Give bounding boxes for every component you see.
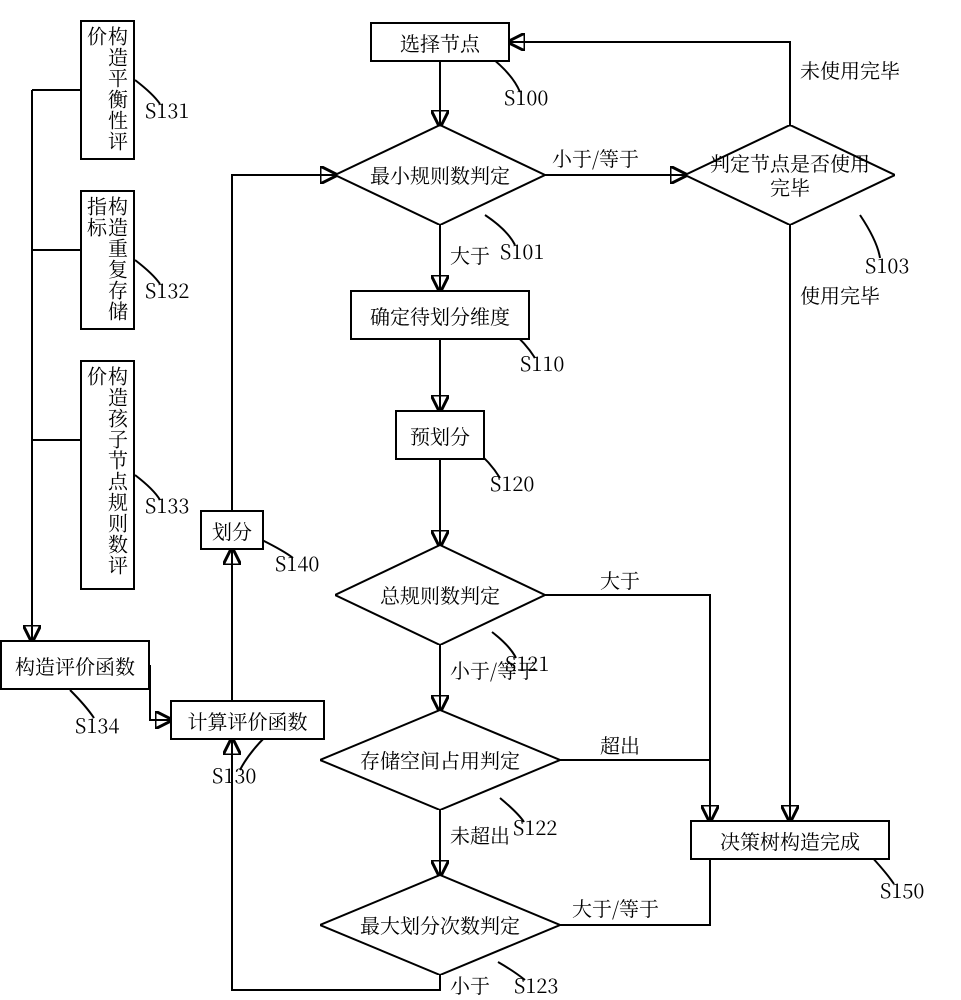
diamond-s103: 判定节点是否使用完毕: [685, 125, 895, 225]
tag-s133: S133: [145, 490, 189, 519]
edge-s101-right: 小于/等于: [552, 143, 639, 172]
tag-s130: S130: [212, 760, 256, 789]
box-s140: 划分: [200, 510, 264, 550]
diamond-s101: 最小规则数判定: [335, 125, 545, 225]
tag-s122: S122: [513, 812, 557, 841]
s110-text: 确定待划分维度: [370, 303, 510, 328]
edge-s101-down: 大于: [450, 240, 490, 269]
edge-s121-down: 小于/等于: [450, 655, 537, 684]
tag-s131: S131: [145, 95, 189, 124]
s133-text: 构造孩子节点规则数评价: [87, 366, 129, 584]
edge-s121-right: 大于: [600, 565, 640, 594]
box-s131: 构造平衡性评价: [80, 20, 135, 160]
box-s110: 确定待划分维度: [350, 290, 530, 340]
edge-s123-right: 大于/等于: [572, 893, 659, 922]
diamond-s123: 最大划分次数判定: [320, 875, 560, 975]
tag-s140: S140: [275, 548, 319, 577]
edge-s103-up: 未使用完毕: [800, 55, 890, 84]
edge-s122-right: 超出: [600, 730, 640, 759]
tag-s101: S101: [500, 236, 544, 265]
s140-text: 划分: [212, 518, 252, 543]
s100-text: 选择节点: [400, 30, 480, 55]
tag-s132: S132: [145, 275, 189, 304]
s132-text: 构造重复存储指标: [87, 196, 129, 324]
tag-s110: S110: [520, 348, 564, 377]
tag-s134: S134: [75, 710, 119, 739]
tag-s120: S120: [490, 468, 534, 497]
edge-s103-up-text: 未使用完毕: [800, 55, 860, 84]
s150-text: 决策树构造完成: [720, 828, 860, 853]
edge-s123-down: 小于: [450, 970, 490, 999]
edge-s103-down: 使用完毕: [800, 280, 860, 309]
box-s133: 构造孩子节点规则数评价: [80, 360, 135, 590]
diamond-s121: 总规则数判定: [335, 545, 545, 645]
tag-s150: S150: [880, 875, 924, 904]
box-s150: 决策树构造完成: [690, 820, 890, 860]
tag-s103: S103: [865, 250, 909, 279]
tag-s100: S100: [504, 82, 548, 111]
box-s132: 构造重复存储指标: [80, 190, 135, 330]
s134-text: 构造评价函数: [15, 653, 135, 678]
box-s100: 选择节点: [370, 22, 510, 62]
tag-s123: S123: [514, 970, 558, 999]
s130-text: 计算评价函数: [188, 708, 308, 733]
s120-text: 预划分: [410, 423, 470, 448]
diamond-s122: 存储空间占用判定: [320, 710, 560, 810]
edge-s103-down-text: 使用完毕: [800, 280, 860, 309]
box-s134: 构造评价函数: [0, 640, 150, 690]
edge-s122-down: 未超出: [450, 820, 510, 849]
box-s130: 计算评价函数: [170, 700, 325, 740]
s131-text: 构造平衡性评价: [87, 26, 129, 154]
flowchart-canvas: 构造平衡性评价 S131 构造重复存储指标 S132 构造孩子节点规则数评价 S…: [0, 0, 961, 1000]
box-s120: 预划分: [395, 410, 485, 460]
